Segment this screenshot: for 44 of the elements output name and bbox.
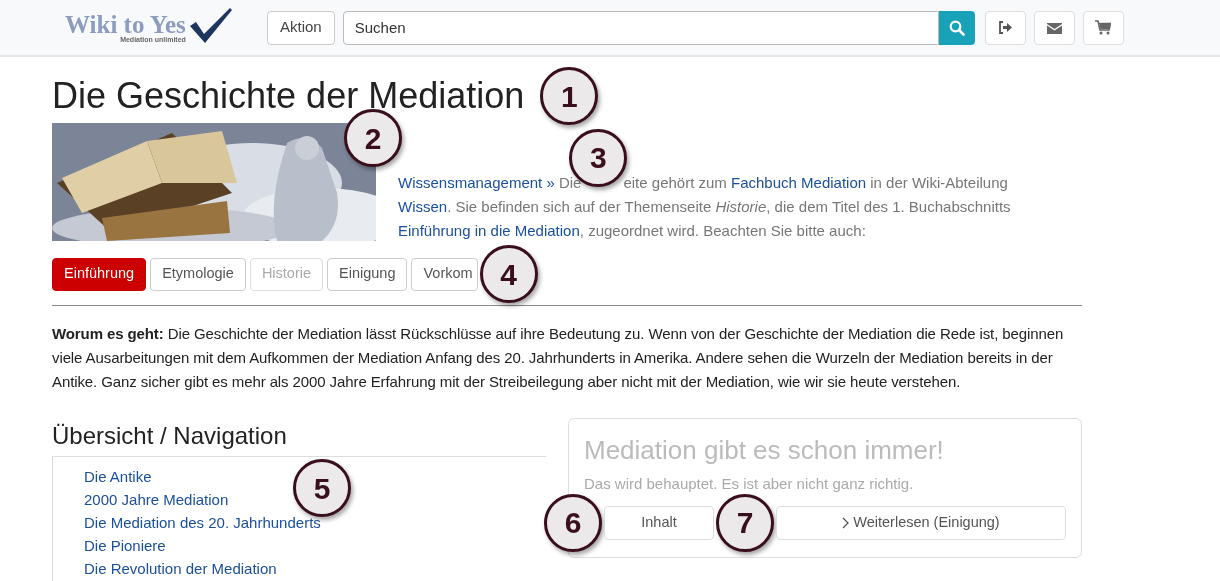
card-button[interactable]: Weiterlesen (Einigung) [776,505,1066,540]
action-button[interactable]: Aktion [267,10,335,45]
card-text: Das wird behauptet. Es ist aber nicht ganz richtig. [584,474,915,494]
callout-marker: 5 [293,459,351,517]
summary-text: Worum es geht: Die Geschichte der Mediation lässt Rückschlüsse auf ihre Bedeutung zu. Wenn von der Geschichte der Mediation die Rede ist, beginnen viele Ausarbeitungen mit dem Aufkommen der Mediation Anfang des 20. Jahrhunderts in Amerika. Andere sehen die Wurzeln der Mediation bereits in der Antike. Ganz sicher gibt es mehr als 2000 Jahre Erfahrung mit der Streibeilegung aber nicht mit der Mediation, wie wir sie heute verstehen. [52,324,1065,392]
cart-icon [1095,20,1112,35]
search-button[interactable] [938,10,975,45]
nav-link[interactable]: 2000 Jahre Mediation [84,488,229,511]
callout-marker: 6 [544,493,602,552]
intro-text: in der Wiki-Abteilung [870,174,1008,191]
intro-text: eite gehört zum [623,174,727,191]
card-title: Mediation gibt es schon immer! [584,437,945,463]
intro-text: , zugeordnet wird. Beachten Sie bitte auch: [579,222,866,239]
nav-link[interactable]: Die Revolution der Mediation [84,557,277,580]
nav-link[interactable]: Die Pioniere [84,534,166,557]
card-button[interactable]: Inhalt [604,505,714,540]
text-link[interactable]: Einführung in die Mediation [398,222,580,239]
tab[interactable]: Vorkom [411,257,478,291]
intro-text: . Sie befinden sich auf der Themenseite Historie, die dem Titel des 1. Buchabschnitts [447,198,1011,215]
breadcrumb-link[interactable]: Wissensmanagement » [398,174,555,191]
search-field[interactable]: Suchen [342,10,939,45]
tab[interactable]: Einigung [327,257,408,291]
text-link[interactable]: Wissen [398,198,448,215]
callout-marker: 4 [479,245,538,303]
callout-marker: 2 [344,109,402,167]
callout-marker: 1 [540,67,599,125]
mail-icon [1046,21,1062,34]
checkmark-icon [187,5,234,44]
logout-icon [997,21,1013,34]
button-label: Inhalt [641,512,677,532]
cart-button[interactable] [1082,10,1124,45]
button-label: Weiterlesen (Einigung) [853,512,1000,532]
logo-title: Wiki to Yes [65,12,186,37]
chevron-icon [842,516,850,529]
text-link[interactable]: Fachbuch Mediation [731,174,867,191]
tab[interactable]: Etymologie [150,257,246,291]
tab[interactable]: Einführung [52,257,147,291]
nav-link[interactable]: Die Antike [84,465,152,488]
mail-button[interactable] [1033,10,1075,45]
logout-button[interactable] [984,10,1026,45]
intro-text: Die [558,174,582,191]
callout-marker: 7 [716,493,774,552]
search-icon [948,19,965,36]
section-heading: Übersicht / Navigation [52,424,287,448]
